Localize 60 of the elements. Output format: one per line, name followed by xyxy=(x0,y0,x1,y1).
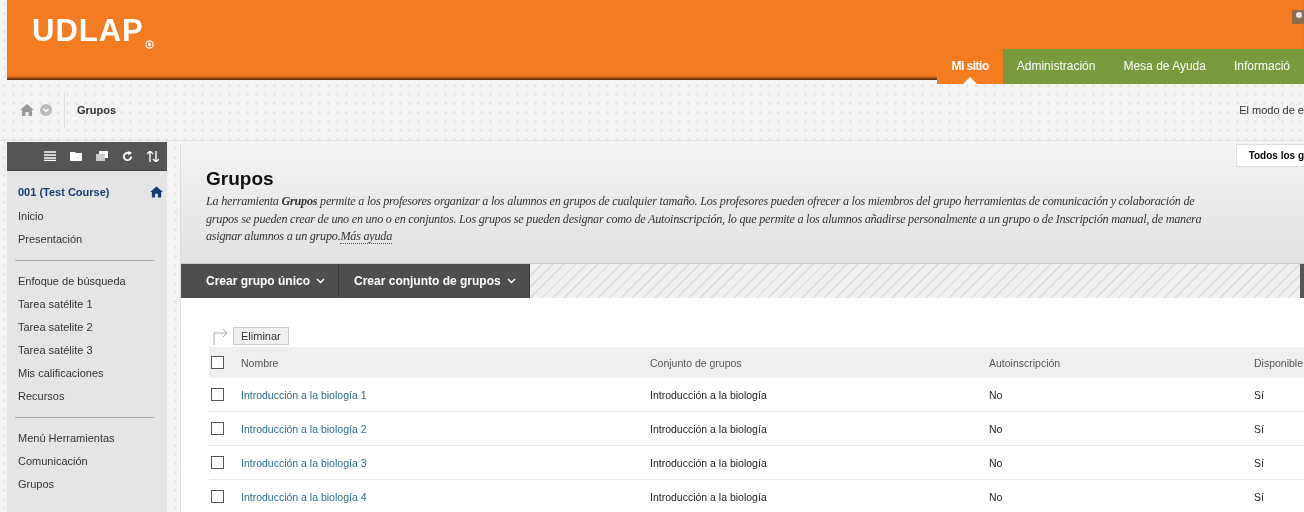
table-cell: No xyxy=(988,456,1003,469)
select-all-checkbox[interactable] xyxy=(211,356,224,369)
refresh-icon[interactable] xyxy=(122,150,133,162)
column-header[interactable]: Autoinscripción xyxy=(987,347,1253,378)
group-link[interactable]: Introducción a la biología 4 xyxy=(241,490,367,503)
description-line: grupos se pueden crear de uno en uno o en conjuntos. Los grupos se pueden designar como de Autoinscripción, lo que permite a los alumnos añadirse personalmente a un grupo o de Inscripción manual, de manera xyxy=(206,211,1202,226)
menu-item[interactable]: Recursos xyxy=(7,385,167,408)
group-link[interactable]: Introducción a la biología 3 xyxy=(241,456,367,469)
table-cell: Introducción a la biología xyxy=(649,422,767,435)
table-cell: Introducción a la biología xyxy=(649,456,767,469)
list-icon[interactable] xyxy=(44,151,56,161)
menu-item[interactable]: Comunicación xyxy=(7,450,167,473)
table-cell: No xyxy=(988,422,1003,435)
view-tab[interactable]: Todos los g xyxy=(1235,144,1304,167)
menu-item[interactable]: Grupos xyxy=(7,473,167,496)
menu-item[interactable]: Menú Herramientas xyxy=(7,427,167,450)
folder-icon[interactable] xyxy=(70,151,82,161)
column-header[interactable]: Disponible xyxy=(1252,347,1304,378)
table-cell: Sí xyxy=(1253,422,1264,435)
menu-item[interactable]: Tarea satelite 2 xyxy=(7,316,167,339)
row-checkbox[interactable] xyxy=(211,456,224,469)
table-cell: Introducción a la biología xyxy=(649,490,767,503)
arrow-icon xyxy=(213,327,229,345)
group-link[interactable]: Introducción a la biología 2 xyxy=(241,422,367,435)
description-line: asignar alumnos a un grupo. xyxy=(206,229,341,243)
row-checkbox[interactable] xyxy=(211,422,224,435)
table-cell: No xyxy=(988,388,1003,401)
home-icon[interactable] xyxy=(150,186,163,198)
row-checkbox[interactable] xyxy=(211,490,224,503)
delete-button[interactable]: Eliminar xyxy=(233,327,289,345)
menu-item[interactable]: Tarea satélite 1 xyxy=(7,293,167,316)
row-checkbox[interactable] xyxy=(211,388,224,401)
menu-item[interactable]: Tarea satélite 3 xyxy=(7,339,167,362)
table-cell: Sí xyxy=(1253,456,1264,469)
menu-item[interactable]: Enfoque de búsqueda xyxy=(7,270,167,293)
description-line: La herramienta Grupos permite a los profesores organizar a los alumnos en grupos de cualquier tamaño. Los profesores pueden ofrecer a los miembros del grupo herramientas de comunicación y colaboración de xyxy=(206,194,1195,208)
page-title: Grupos xyxy=(206,168,275,190)
course-title[interactable]: 001 (Test Course) xyxy=(18,186,110,198)
sort-icon[interactable] xyxy=(147,150,159,162)
menu-item[interactable]: Mis calificaciones xyxy=(7,362,167,385)
chevron-down-icon xyxy=(316,278,325,284)
table-cell: Introducción a la biología xyxy=(649,388,767,401)
column-header[interactable]: Conjunto de grupos xyxy=(648,347,988,378)
breadcrumb-current: Grupos xyxy=(77,104,117,116)
dropdown-button[interactable]: Crear grupo único xyxy=(181,264,339,298)
table-cell: Sí xyxy=(1253,388,1264,401)
menu-item[interactable]: Inicio xyxy=(7,205,167,228)
menu-item[interactable]: Presentación xyxy=(7,228,167,251)
windows-icon[interactable] xyxy=(96,151,108,161)
table-cell: No xyxy=(988,490,1003,503)
user-icon[interactable] xyxy=(1292,10,1304,24)
registered-icon xyxy=(144,40,154,49)
help-link[interactable]: Más ayuda xyxy=(340,229,392,244)
logo: UDLAP xyxy=(32,14,144,48)
chevron-down-icon xyxy=(506,278,516,284)
edit-mode-label: El modo de e xyxy=(1239,104,1304,116)
column-header[interactable]: Nombre xyxy=(240,347,649,378)
dropdown-button[interactable]: Crear conjunto de grupos xyxy=(339,264,530,298)
group-link[interactable]: Introducción a la biología 1 xyxy=(241,388,367,401)
table-cell: Sí xyxy=(1253,490,1264,503)
